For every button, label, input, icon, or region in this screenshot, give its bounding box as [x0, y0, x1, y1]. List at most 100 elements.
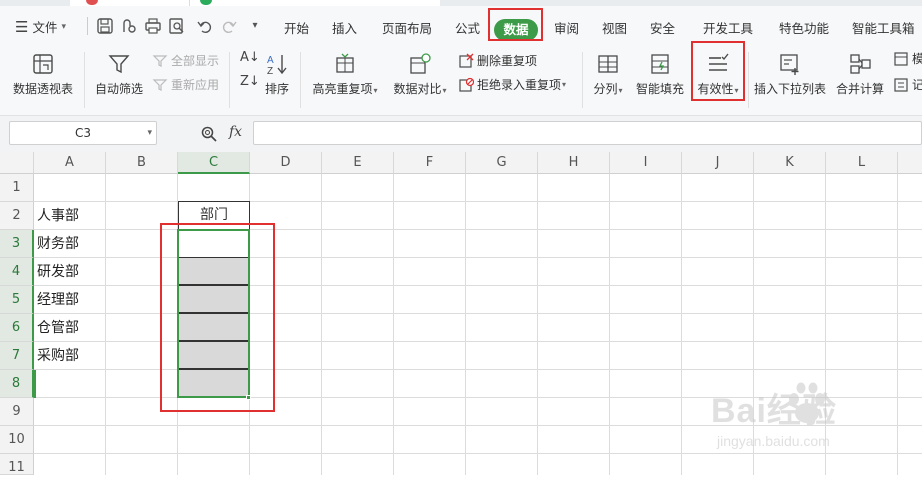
gridline [34, 201, 922, 202]
quick-access-more-icon[interactable]: ▾ [246, 17, 264, 35]
split-column-icon [598, 55, 618, 73]
zoom-icon[interactable] [200, 125, 218, 143]
tab-formula[interactable]: 公式 [455, 18, 480, 37]
flash-fill-button[interactable]: 智能填充 [634, 52, 686, 97]
highlight-duplicates-button[interactable]: 高亮重复项▾ [310, 52, 380, 97]
data-compare-button[interactable]: 数据对比▾ [390, 52, 450, 97]
col-header-d[interactable]: D [250, 152, 322, 174]
record-button[interactable]: 记 [893, 76, 922, 93]
chevron-down-icon: ▾ [562, 80, 567, 89]
reject-duplicates-button[interactable]: 拒绝录入重复项 ▾ [458, 76, 566, 93]
row-header-9[interactable]: 9 [0, 398, 34, 426]
row-header-6[interactable]: 6 [0, 314, 34, 342]
sort-descending-button[interactable]: Z↓ [240, 74, 260, 89]
insert-dropdown-list-label: 插入下拉列表 [754, 82, 827, 96]
row-header-10[interactable]: 10 [0, 426, 34, 454]
record-icon [894, 77, 908, 92]
highlight-box-selection [160, 223, 275, 412]
gridline [105, 174, 106, 475]
col-header-c[interactable]: C [178, 152, 250, 174]
export-icon[interactable] [120, 17, 138, 35]
row-header-2[interactable]: 2 [0, 202, 34, 230]
auto-filter-button[interactable]: 自动筛选 [94, 52, 144, 97]
sort-button[interactable]: AZ 排序 [262, 52, 292, 97]
auto-filter-label: 自动筛选 [94, 82, 143, 96]
col-header-i[interactable]: I [610, 152, 682, 174]
consolidate-button[interactable]: 合并计算 [834, 52, 886, 97]
filter-clear-icon [152, 54, 168, 67]
tab-security[interactable]: 安全 [650, 18, 675, 37]
formula-input[interactable] [253, 121, 922, 145]
insert-dropdown-list-button[interactable]: 插入下拉列表 [754, 52, 826, 97]
fx-icon[interactable]: fx [229, 124, 242, 140]
reapply-button[interactable]: 重新应用 [152, 76, 219, 93]
remove-duplicates-button[interactable]: 删除重复项 [458, 52, 537, 69]
tab-smart-toolbox[interactable]: 智能工具箱 [852, 18, 915, 37]
sort-label: 排序 [264, 82, 289, 96]
col-header-g[interactable]: G [466, 152, 538, 174]
flash-fill-icon [651, 54, 669, 74]
remove-duplicates-icon [459, 53, 474, 68]
watermark: Bai经验 jingyan.baidu.com [705, 382, 915, 473]
highlight-duplicates-icon [336, 53, 354, 73]
tab-view[interactable]: 视图 [602, 18, 627, 37]
cell-a5[interactable]: 经理部 [37, 286, 79, 314]
split-column-button[interactable]: 分列▾ [590, 52, 626, 97]
show-all-button[interactable]: 全部显示 [152, 52, 219, 69]
col-header-e[interactable]: E [322, 152, 394, 174]
col-header-k[interactable]: K [754, 152, 826, 174]
print-icon[interactable] [144, 17, 162, 35]
col-header-f[interactable]: F [394, 152, 466, 174]
row-header-8[interactable]: 8 [0, 370, 34, 398]
select-all-corner[interactable] [0, 152, 34, 174]
row-header-5[interactable]: 5 [0, 286, 34, 314]
cell-a2[interactable]: 人事部 [37, 202, 79, 230]
undo-icon[interactable] [196, 17, 214, 35]
row-header-4[interactable]: 4 [0, 258, 34, 286]
print-preview-icon[interactable] [168, 17, 186, 35]
sort-descending-icon: Z↓ [240, 74, 260, 89]
pivot-table-button[interactable]: 数据透视表 [12, 52, 74, 97]
tab-review[interactable]: 审阅 [554, 18, 579, 37]
show-all-label: 全部显示 [171, 54, 220, 68]
menu-bar: ☰ 文件 ▾ ▾ 开始 插入 页面布局 公式 数据 审阅 视图 安全 开发工具 … [0, 6, 922, 44]
tab-special-features[interactable]: 特色功能 [779, 18, 829, 37]
formula-bar: C3 ▾ fx [0, 116, 922, 152]
save-icon[interactable] [96, 17, 114, 35]
col-header-l[interactable]: L [826, 152, 898, 174]
cell-a4[interactable]: 研发部 [37, 258, 79, 286]
pivot-table-icon [33, 54, 53, 74]
template-label: 模 [912, 52, 922, 66]
chevron-down-icon[interactable]: ▾ [147, 122, 152, 144]
divider [87, 17, 88, 35]
tab-home[interactable]: 开始 [284, 18, 309, 37]
row-8-indicator [34, 370, 36, 398]
cell-a6[interactable]: 仓管部 [37, 314, 79, 342]
split-column-label: 分列 [593, 82, 618, 96]
watermark-url: jingyan.baidu.com [717, 433, 830, 449]
name-box[interactable]: C3 ▾ [9, 121, 157, 145]
file-menu[interactable]: ☰ 文件 ▾ [15, 17, 66, 36]
sort-ascending-button[interactable]: A↓ [240, 50, 260, 65]
reapply-label: 重新应用 [171, 78, 220, 92]
col-header-j[interactable]: J [682, 152, 754, 174]
row-header-11[interactable]: 11 [0, 454, 34, 475]
col-header-m[interactable] [898, 152, 922, 174]
row-header-7[interactable]: 7 [0, 342, 34, 370]
tab-page-layout[interactable]: 页面布局 [382, 18, 432, 37]
row-header-3[interactable]: 3 [0, 230, 34, 258]
tab-insert[interactable]: 插入 [332, 18, 357, 37]
template-button[interactable]: 模 [893, 50, 922, 67]
highlight-box-validation [691, 41, 745, 101]
cell-a3[interactable]: 财务部 [37, 230, 79, 258]
cell-a7[interactable]: 采购部 [37, 342, 79, 370]
redo-icon[interactable] [220, 17, 238, 35]
col-header-h[interactable]: H [538, 152, 610, 174]
filter-icon [108, 55, 130, 74]
remove-duplicates-label: 删除重复项 [477, 54, 538, 68]
row-header-1[interactable]: 1 [0, 174, 34, 202]
divider [84, 52, 85, 108]
col-header-b[interactable]: B [106, 152, 178, 174]
tab-developer[interactable]: 开发工具 [703, 18, 753, 37]
col-header-a[interactable]: A [34, 152, 106, 174]
